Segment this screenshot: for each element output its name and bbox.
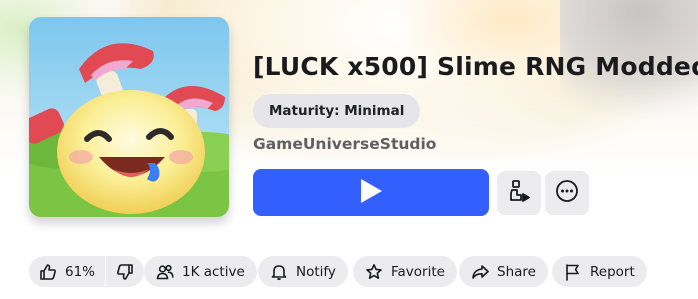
creator-link[interactable]: GameUniverseStudio — [253, 135, 436, 153]
maturity-badge[interactable]: Maturity: Minimal — [253, 94, 421, 128]
play-icon — [359, 178, 383, 208]
notify-label: Notify — [296, 263, 336, 280]
report-label: Report — [590, 263, 635, 280]
avatar-play-button[interactable] — [497, 171, 541, 215]
vote-divider — [105, 256, 107, 287]
bell-icon — [270, 263, 288, 281]
thumbs-up-icon — [39, 263, 57, 281]
favorite-label: Favorite — [391, 263, 445, 280]
vote-pill: 61% — [29, 256, 145, 287]
like-percentage: 61% — [65, 263, 96, 280]
share-icon — [471, 263, 489, 281]
thumbs-down-button[interactable] — [116, 263, 134, 281]
share-button[interactable]: Share — [459, 256, 548, 287]
flag-icon — [564, 263, 582, 281]
avatar-play-icon — [508, 179, 530, 207]
notify-button[interactable]: Notify — [258, 256, 348, 287]
users-icon — [156, 263, 174, 281]
more-options-button[interactable] — [545, 171, 589, 215]
game-thumbnail — [29, 17, 229, 217]
active-players-count: 1K active — [182, 263, 245, 280]
active-players-pill: 1K active — [144, 256, 257, 287]
star-icon — [365, 263, 383, 281]
game-title: [LUCK x500] Slime RNG Modded — [253, 52, 698, 81]
more-icon — [555, 179, 579, 207]
thumbs-up-button[interactable]: 61% — [39, 263, 95, 281]
thumbs-down-icon — [116, 263, 134, 281]
share-label: Share — [497, 263, 536, 280]
favorite-button[interactable]: Favorite — [353, 256, 457, 287]
play-button[interactable] — [253, 169, 489, 216]
report-button[interactable]: Report — [552, 256, 647, 287]
